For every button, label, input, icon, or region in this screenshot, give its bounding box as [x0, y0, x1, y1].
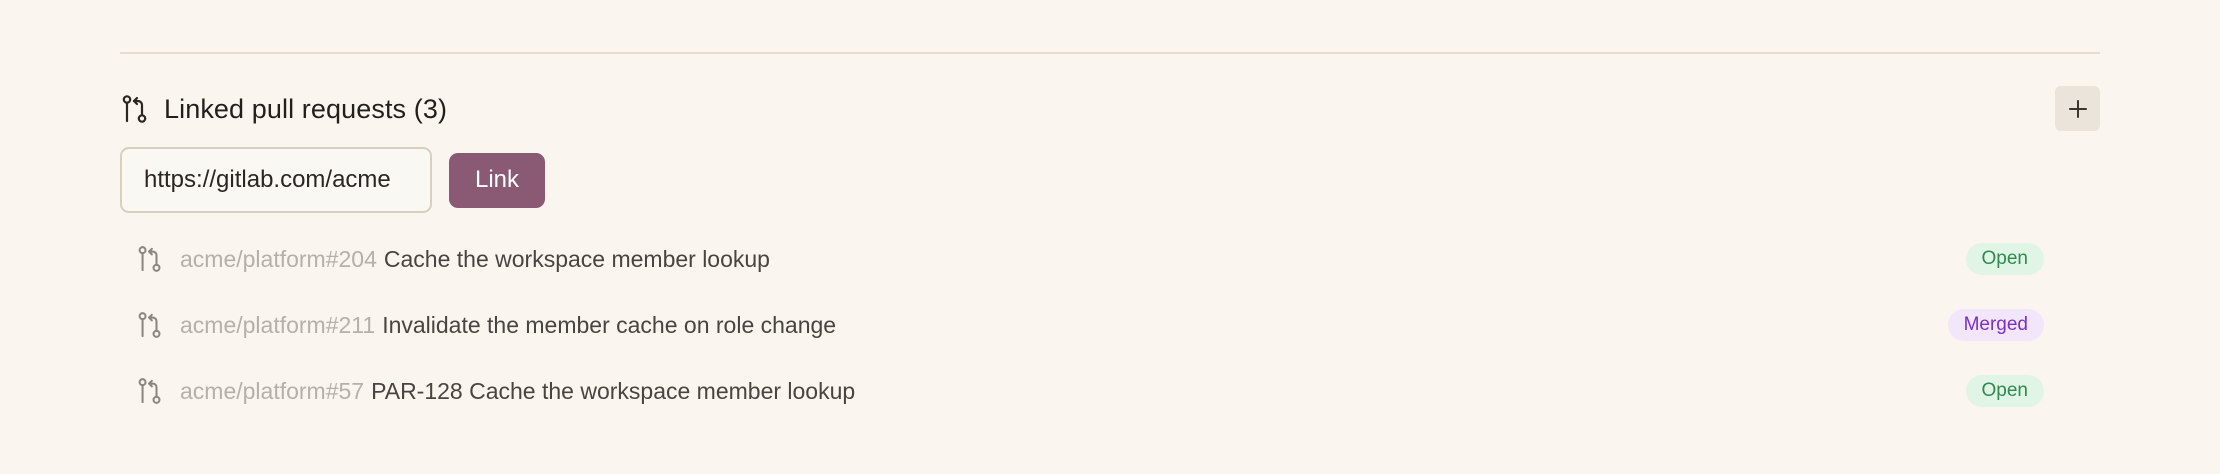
- git-pull-request-icon: [136, 310, 164, 340]
- section-title: Linked pull requests (3): [164, 93, 448, 124]
- pull-request-ref[interactable]: acme/platform#211: [180, 312, 375, 339]
- section-divider: [120, 52, 2100, 54]
- list-item[interactable]: acme/platform#211 Invalidate the member …: [120, 292, 2044, 358]
- status-badge: Open: [1965, 243, 2044, 275]
- plus-icon: [2068, 99, 2087, 118]
- page: Linked pull requests (3) Link acme/pl: [0, 0, 2220, 474]
- status-badge: Open: [1965, 375, 2044, 407]
- git-pull-request-icon: [136, 244, 164, 274]
- git-pull-request-icon: [120, 93, 150, 125]
- add-pull-request-button[interactable]: [2055, 86, 2100, 131]
- git-pull-request-icon: [136, 376, 164, 406]
- list-item[interactable]: acme/platform#204 Cache the workspace me…: [120, 226, 2044, 292]
- pull-request-list: acme/platform#204 Cache the workspace me…: [120, 226, 2044, 424]
- pull-request-url-input[interactable]: [120, 147, 432, 213]
- linked-pull-requests-header: Linked pull requests (3): [120, 86, 2100, 132]
- link-pull-request-form: Link: [120, 146, 545, 214]
- pull-request-ref[interactable]: acme/platform#204: [180, 246, 377, 273]
- pull-request-title: PAR-128 Cache the workspace member looku…: [371, 377, 856, 404]
- pull-request-title: Cache the workspace member lookup: [383, 245, 770, 272]
- pull-request-title: Invalidate the member cache on role chan…: [382, 311, 837, 338]
- link-button[interactable]: Link: [449, 152, 545, 208]
- pull-request-ref[interactable]: acme/platform#57: [180, 378, 364, 405]
- list-item[interactable]: acme/platform#57 PAR-128 Cache the works…: [120, 358, 2044, 424]
- status-badge: Merged: [1947, 309, 2044, 341]
